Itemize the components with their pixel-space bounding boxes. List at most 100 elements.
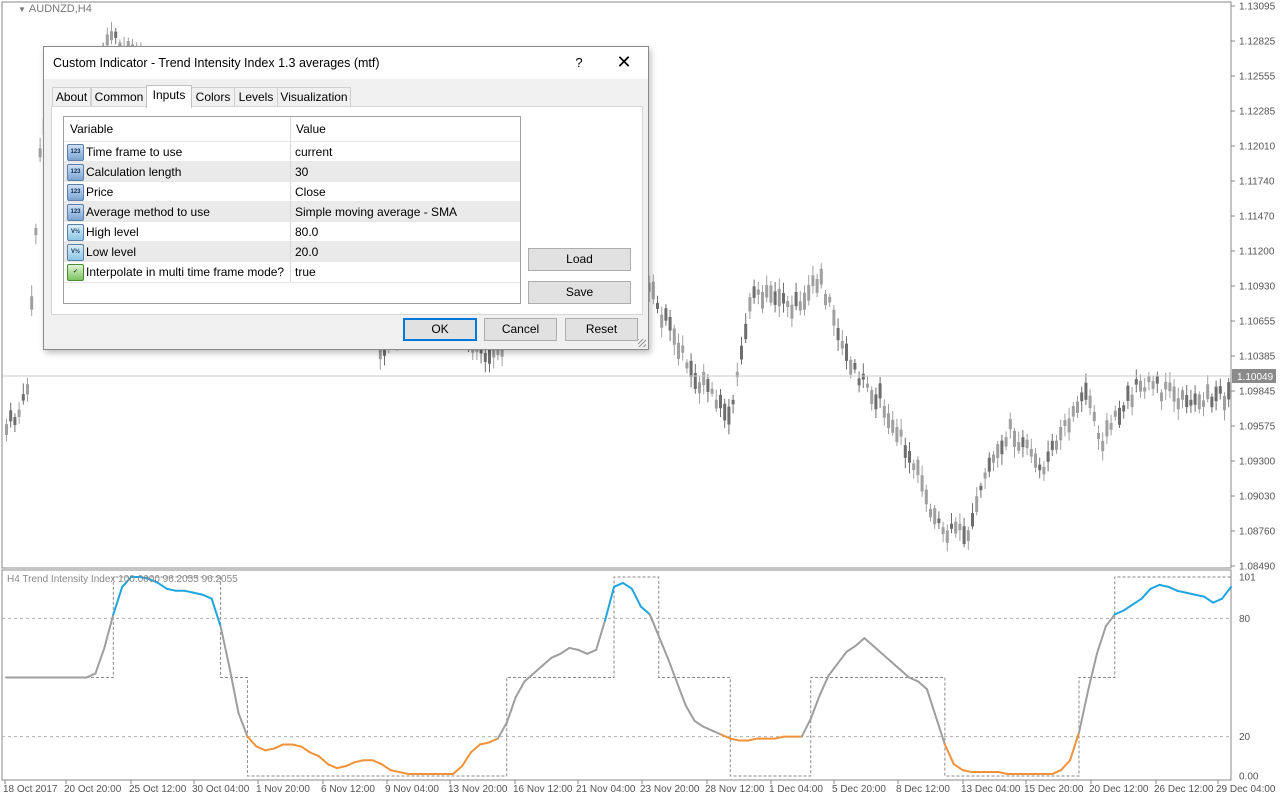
candle-body — [1050, 440, 1054, 450]
close-icon[interactable]: ✕ — [614, 52, 634, 72]
input-variable: Calculation length — [86, 165, 182, 179]
candle-body — [786, 300, 790, 307]
column-value[interactable]: Value — [296, 122, 326, 136]
help-button[interactable]: ? — [572, 53, 586, 73]
candle-body — [731, 399, 735, 405]
candle-body — [773, 291, 777, 305]
candle-body — [1193, 393, 1197, 405]
candle-body — [908, 451, 911, 463]
candle-body — [996, 444, 1000, 459]
candle-body — [756, 289, 760, 295]
time-tick-label: 5 Dec 20:00 — [832, 784, 886, 795]
candle-body — [1155, 376, 1159, 384]
input-value[interactable]: Close — [295, 185, 326, 199]
inputs-grid[interactable]: Variable Value 123 Time frame to use cur… — [63, 116, 521, 304]
candle-body — [1172, 386, 1176, 402]
candle-body — [975, 496, 979, 512]
candle-body — [933, 508, 937, 525]
inputs-panel: Variable Value 123 Time frame to use cur… — [51, 106, 643, 315]
candle-body — [1206, 384, 1210, 400]
integer-type-icon: 123 — [67, 204, 84, 221]
resize-grip-icon[interactable] — [638, 339, 646, 347]
time-tick-label: 6 Nov 12:00 — [321, 784, 375, 795]
candle-body — [882, 405, 886, 418]
candle-body — [958, 523, 962, 531]
cancel-button[interactable]: Cancel — [484, 318, 557, 341]
time-tick-label: 13 Nov 20:00 — [448, 784, 508, 795]
candle-body — [1084, 382, 1088, 400]
input-row-low-level[interactable]: V½ Low level 20.0 — [64, 241, 520, 262]
candle-body — [744, 323, 748, 340]
time-tick-label: 15 Dec 20:00 — [1024, 784, 1084, 795]
candle-body — [1021, 437, 1025, 448]
input-value[interactable]: 80.0 — [295, 225, 318, 239]
candle-body — [945, 530, 949, 543]
input-row-price[interactable]: 123 Price Close — [64, 181, 520, 202]
tab-levels[interactable]: Levels — [234, 87, 278, 107]
candle-body — [664, 308, 668, 321]
input-variable: Time frame to use — [86, 145, 183, 159]
price-tick-label: 1.09575 — [1239, 422, 1276, 433]
candle-body — [824, 293, 827, 306]
candle-body — [1109, 423, 1113, 430]
candle-body — [1059, 426, 1063, 441]
input-value[interactable]: Simple moving average - SMA — [295, 205, 457, 219]
input-value[interactable]: true — [295, 265, 316, 279]
candle-body — [1088, 395, 1092, 409]
candle-body — [34, 227, 38, 236]
indicator-subtitle: H4 Trend Intensity Index 100.0000 96.205… — [7, 574, 238, 585]
input-value[interactable]: 30 — [295, 165, 308, 179]
candle-body — [752, 286, 756, 298]
input-row-interpolate[interactable]: ✓ Interpolate in multi time frame mode? … — [64, 261, 520, 283]
double-type-icon: V½ — [67, 224, 84, 241]
load-button[interactable]: Load — [528, 248, 631, 271]
ok-button[interactable]: OK — [403, 318, 477, 341]
symbol-dropdown-icon[interactable]: ▼ — [18, 5, 26, 14]
candle-body — [828, 296, 832, 303]
double-type-icon: V½ — [67, 244, 84, 261]
candle-body — [845, 343, 848, 361]
candle-body — [1105, 420, 1109, 437]
candle-body — [903, 445, 907, 458]
candle-body — [698, 382, 701, 394]
indicator-tick-label: 20 — [1239, 732, 1251, 743]
candle-body — [866, 383, 869, 388]
input-row-average-method[interactable]: 123 Average method to use Simple moving … — [64, 201, 520, 222]
candle-body — [1063, 420, 1067, 426]
dialog-titlebar[interactable]: Custom Indicator - Trend Intensity Index… — [44, 47, 648, 79]
candle-body — [26, 384, 29, 395]
candle-body — [110, 31, 113, 41]
time-tick-label: 1 Dec 04:00 — [769, 784, 823, 795]
input-row-length[interactable]: 123 Calculation length 30 — [64, 161, 520, 182]
tab-inputs[interactable]: Inputs — [146, 85, 192, 108]
tab-visualization[interactable]: Visualization — [277, 87, 351, 107]
input-value[interactable]: 20.0 — [295, 245, 318, 259]
tab-colors[interactable]: Colors — [191, 87, 235, 107]
candle-body — [1176, 398, 1180, 410]
input-variable: Average method to use — [86, 205, 210, 219]
save-button[interactable]: Save — [528, 281, 631, 304]
tab-common[interactable]: Common — [91, 87, 147, 107]
candle-body — [1197, 394, 1201, 410]
candle-body — [887, 413, 890, 429]
input-value[interactable]: current — [295, 145, 332, 159]
candle-body — [861, 373, 865, 380]
reset-button[interactable]: Reset — [565, 318, 638, 341]
candle-body — [811, 275, 815, 287]
input-row-high-level[interactable]: V½ High level 80.0 — [64, 221, 520, 242]
candle-body — [870, 390, 874, 404]
input-row-timeframe[interactable]: 123 Time frame to use current — [64, 141, 520, 162]
integer-type-icon: 123 — [67, 164, 84, 181]
candle-body — [849, 359, 853, 375]
candle-body — [651, 281, 655, 300]
candle-body — [1185, 395, 1189, 408]
candle-body — [954, 521, 958, 534]
candle-body — [1218, 386, 1222, 394]
candle-body — [840, 341, 844, 349]
price-tick-label: 1.13095 — [1239, 2, 1276, 13]
input-variable: High level — [86, 225, 139, 239]
candle-body — [794, 292, 798, 307]
candle-body — [1143, 387, 1147, 392]
tab-about[interactable]: About — [52, 87, 91, 107]
column-variable[interactable]: Variable — [70, 122, 113, 136]
